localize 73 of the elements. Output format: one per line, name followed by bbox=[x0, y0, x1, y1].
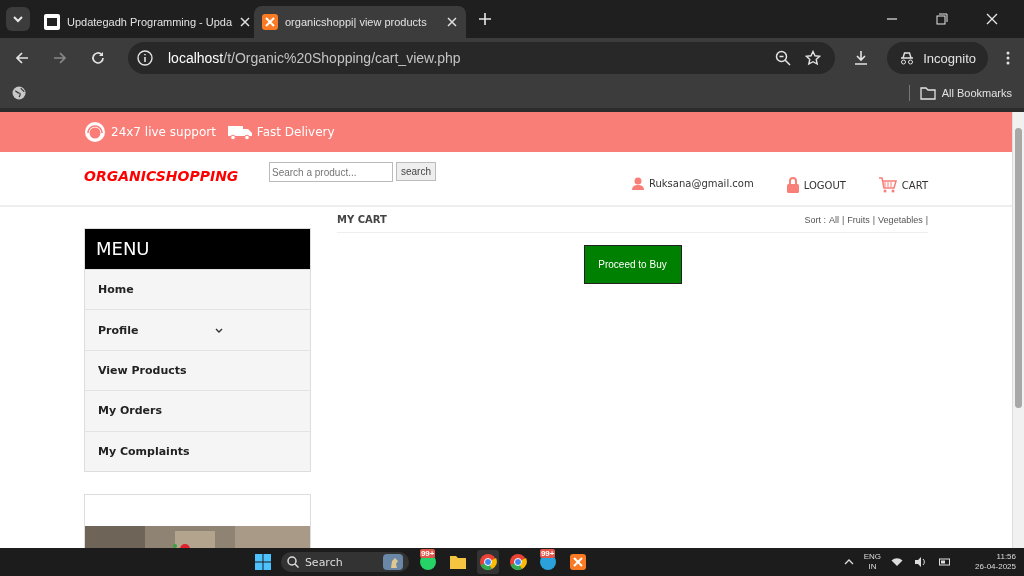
address-bar[interactable]: localhost/t/Organic%20Shopping/cart_view.php bbox=[128, 42, 836, 74]
separator-text: | bbox=[925, 214, 928, 225]
xampp-logo-icon bbox=[568, 553, 587, 571]
browser-icon bbox=[478, 553, 497, 571]
scrollbar[interactable] bbox=[1012, 112, 1024, 548]
folder-icon bbox=[448, 553, 467, 571]
logout-link[interactable]: LOGOUT bbox=[803, 179, 846, 191]
star-icon[interactable] bbox=[805, 50, 822, 66]
close-icon[interactable] bbox=[986, 13, 998, 25]
site-logo[interactable]: ORGANICSHOPPING bbox=[84, 168, 269, 184]
user-icon bbox=[631, 177, 644, 190]
notification-badge: 99+ bbox=[539, 549, 556, 558]
taskbar-app[interactable]: 99+ bbox=[416, 550, 439, 574]
windows-start-icon[interactable] bbox=[254, 554, 271, 570]
menu-item[interactable]: Profile bbox=[85, 309, 310, 350]
globe-icon[interactable] bbox=[12, 86, 26, 100]
cart-icon bbox=[878, 177, 897, 193]
bookmarks-button[interactable]: All Bookmarks bbox=[919, 86, 1012, 100]
speaker-icon[interactable] bbox=[915, 557, 928, 567]
separator-text: | bbox=[841, 214, 845, 225]
download-icon[interactable] bbox=[853, 50, 870, 66]
incognito-icon bbox=[899, 51, 916, 65]
menu-item[interactable]: My Orders bbox=[85, 390, 310, 431]
folder-icon bbox=[919, 86, 936, 100]
banner-text: Fast Delivery bbox=[256, 125, 335, 139]
battery-icon[interactable] bbox=[939, 557, 952, 567]
close-icon[interactable] bbox=[239, 16, 252, 28]
truck-icon bbox=[227, 124, 252, 140]
profile-button[interactable]: Incognito bbox=[887, 42, 988, 74]
zoom-icon[interactable] bbox=[775, 50, 792, 66]
cart-link[interactable]: CART bbox=[901, 179, 928, 191]
menu-item[interactable]: Home bbox=[85, 269, 310, 310]
taskbar-app[interactable]: 99+ bbox=[536, 550, 559, 574]
menu-item[interactable]: My Complaints bbox=[85, 430, 310, 471]
padlock-icon bbox=[786, 177, 799, 193]
chevron-up-icon[interactable] bbox=[843, 559, 854, 565]
search-icon bbox=[286, 556, 299, 568]
tab-list-icon[interactable] bbox=[6, 7, 30, 31]
browser-tab[interactable]: Updategadh Programming - Upda bbox=[36, 6, 248, 38]
close-icon[interactable] bbox=[446, 16, 458, 28]
browser-icon bbox=[508, 553, 527, 571]
taskbar-search[interactable]: Search bbox=[280, 552, 409, 572]
browser-tab[interactable]: organicshoppi| view products bbox=[254, 6, 466, 38]
separator-text: | bbox=[872, 214, 876, 225]
notification-badge: 99+ bbox=[419, 549, 436, 558]
new-tab-icon[interactable] bbox=[478, 12, 492, 26]
proceed-button[interactable]: Proceed to Buy bbox=[583, 245, 682, 284]
site-logo-icon bbox=[44, 14, 60, 30]
sort-label: Sort : bbox=[804, 214, 826, 225]
back-icon[interactable] bbox=[14, 50, 30, 66]
restore-icon[interactable] bbox=[936, 13, 948, 25]
chess-piece-icon bbox=[382, 554, 403, 570]
search-button[interactable]: search bbox=[396, 162, 436, 181]
language-indicator[interactable]: ENG IN bbox=[863, 552, 882, 572]
taskbar-app[interactable] bbox=[476, 550, 499, 574]
sort-link[interactable]: All bbox=[828, 214, 839, 225]
chevron-down-icon bbox=[215, 327, 223, 333]
section-title: MY CART bbox=[337, 214, 387, 225]
forward-icon bbox=[52, 50, 68, 66]
banner-text: 24x7 live support bbox=[111, 125, 216, 139]
info-icon[interactable] bbox=[136, 49, 154, 67]
more-icon[interactable] bbox=[1006, 51, 1010, 65]
wifi-icon[interactable] bbox=[891, 557, 904, 567]
sort-link[interactable]: Vegetables bbox=[878, 214, 923, 225]
menu-item[interactable]: View Products bbox=[85, 349, 310, 391]
xampp-logo-icon bbox=[262, 14, 278, 30]
menu-title: MENU bbox=[85, 229, 310, 269]
clock[interactable]: 11:56 26-04-2025 bbox=[975, 552, 1016, 572]
reload-icon[interactable] bbox=[90, 50, 106, 66]
search-field[interactable]: Search a product... bbox=[269, 162, 393, 182]
user-email: Ruksana@gmail.com bbox=[648, 178, 754, 189]
sort-link[interactable]: Fruits bbox=[847, 214, 870, 225]
support-agent-icon bbox=[84, 121, 106, 143]
